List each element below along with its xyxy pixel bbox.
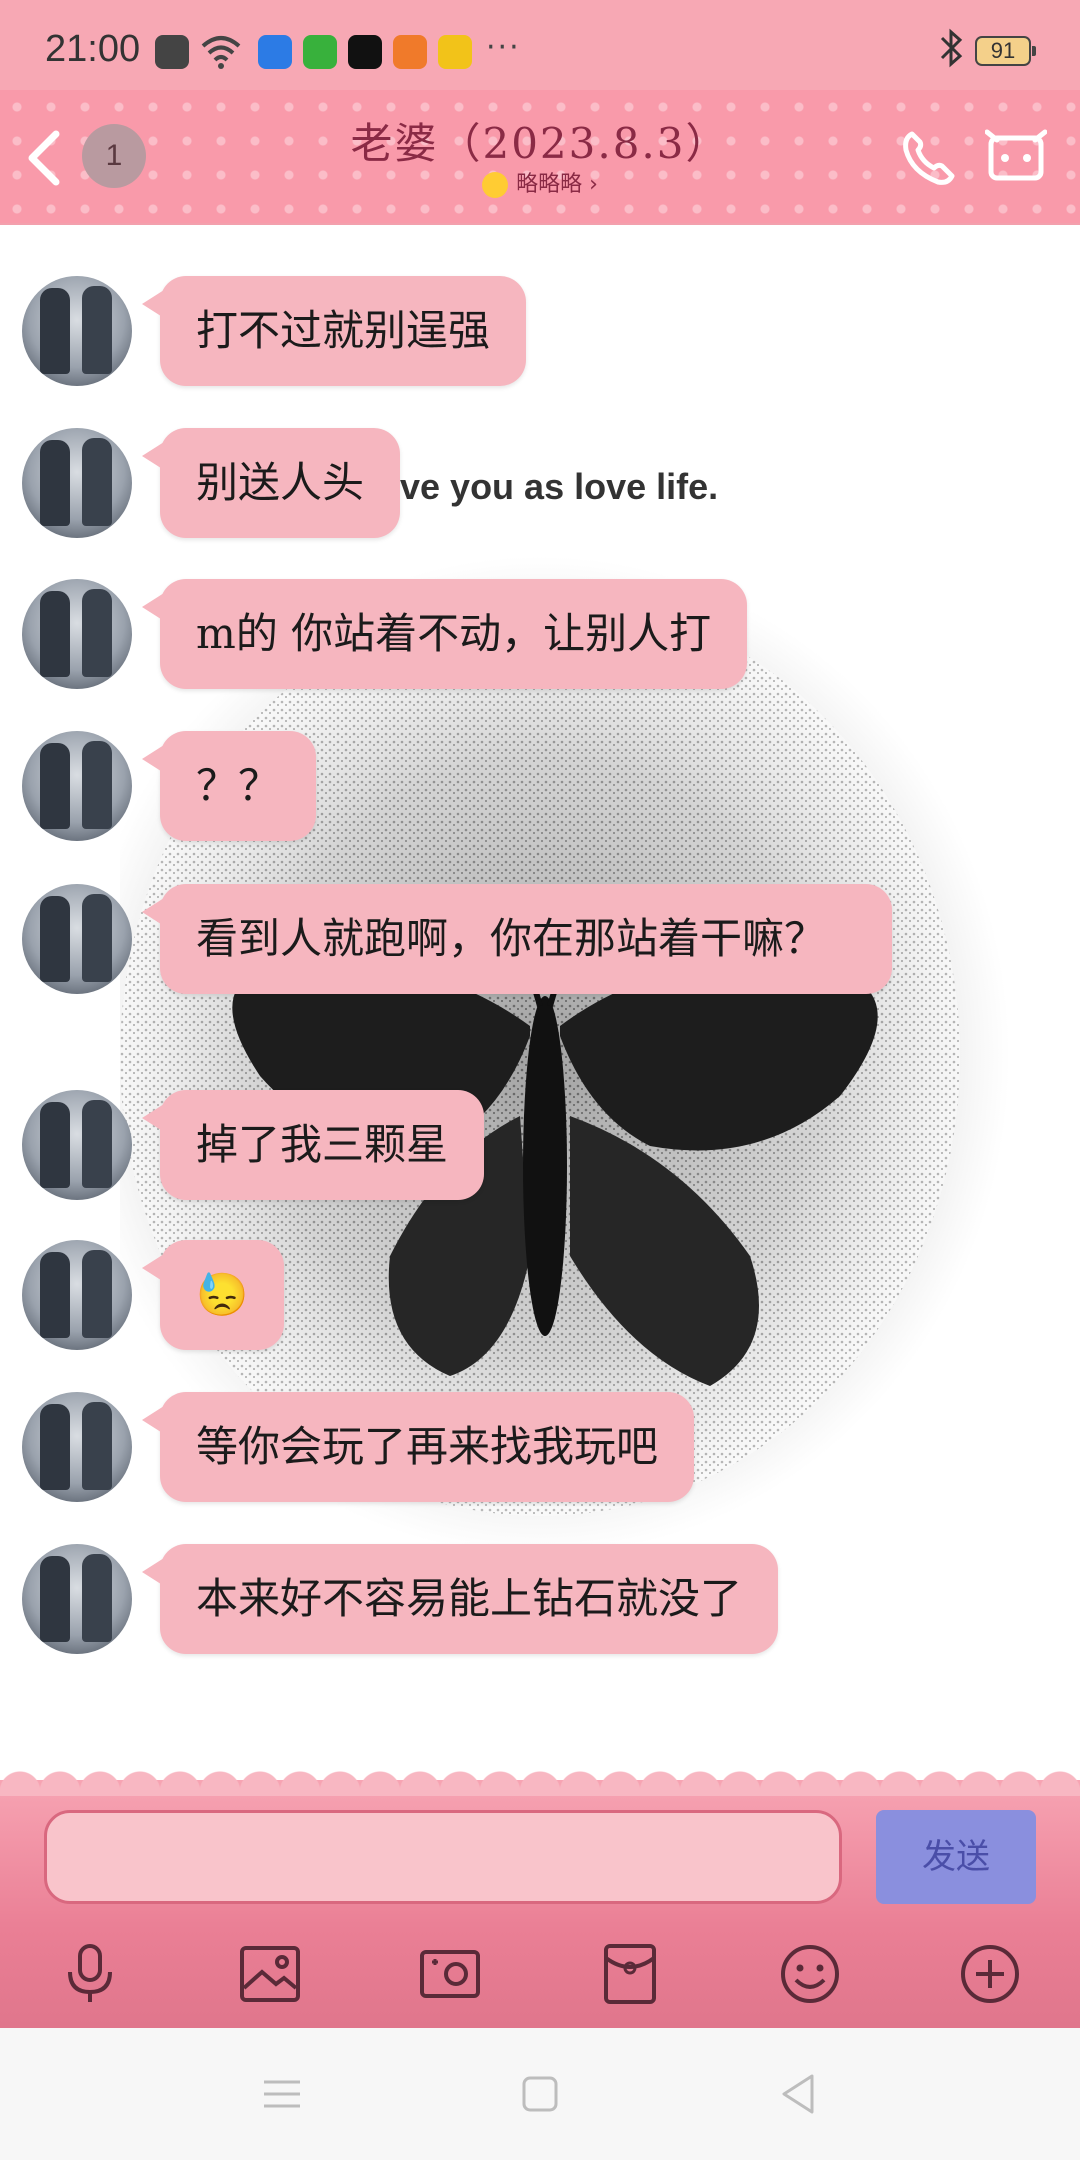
message-bubble[interactable]: 别送人头 xyxy=(141,428,401,538)
send-button[interactable]: 发送 xyxy=(876,1810,1036,1904)
avatar[interactable] xyxy=(22,1392,132,1502)
input-area: 发送 xyxy=(0,1768,1080,2028)
recent-apps-icon[interactable] xyxy=(254,2066,310,2122)
message-bubble[interactable]: ？？ xyxy=(141,731,317,841)
notification-app-icon xyxy=(393,35,427,69)
image-icon[interactable] xyxy=(238,1942,302,2006)
system-navigation-bar xyxy=(0,2028,1080,2160)
home-icon[interactable] xyxy=(512,2066,568,2122)
input-toolbar xyxy=(0,1930,1080,2020)
bluetooth-icon xyxy=(938,28,966,77)
avatar[interactable] xyxy=(22,1090,132,1200)
message-bubble[interactable]: 看到人就跑啊，你在那站着干嘛？ xyxy=(142,884,892,994)
chat-menu-button[interactable] xyxy=(984,128,1048,186)
emoji-icon[interactable] xyxy=(778,1942,842,2006)
avatar[interactable] xyxy=(22,276,132,386)
message-input[interactable] xyxy=(44,1810,842,1904)
message-bubble[interactable]: 等你会玩了再来找我玩吧 xyxy=(141,1392,695,1502)
more-notifications: ··· xyxy=(486,30,521,65)
red-packet-icon[interactable] xyxy=(598,1942,662,2006)
notification-app-icon xyxy=(258,35,292,69)
avatar[interactable] xyxy=(22,884,132,994)
wifi-icon xyxy=(200,32,242,70)
avatar[interactable] xyxy=(22,579,132,689)
surprised-emoji-icon xyxy=(482,172,509,198)
message-bubble[interactable]: 掉了我三颗星 xyxy=(141,1090,485,1200)
chat-message-area[interactable]: ve you as love life. 打不过就别逞强 别送人头 m的 你站着… xyxy=(0,226,1080,1786)
message-bubble[interactable]: 打不过就别逞强 xyxy=(141,276,527,386)
camera-icon[interactable] xyxy=(418,1942,482,2006)
notification-app-icon xyxy=(303,35,337,69)
avatar[interactable] xyxy=(22,1544,132,1654)
avatar[interactable] xyxy=(22,731,132,841)
avatar[interactable] xyxy=(22,1240,132,1350)
decorative-wave xyxy=(0,1768,1080,1796)
battery-indicator: 91 xyxy=(975,36,1036,66)
avatar[interactable] xyxy=(22,428,132,538)
phone-call-button[interactable] xyxy=(900,128,956,188)
chat-header: 1 老婆（2023.8.3） 略略略 › xyxy=(0,90,1080,225)
status-bar: 21:00 ··· 91 xyxy=(0,0,1080,100)
message-bubble[interactable]: 😓 xyxy=(141,1240,285,1350)
chat-background-text: ve you as love life. xyxy=(400,466,719,507)
status-text: 略略略 xyxy=(516,172,583,197)
plus-icon[interactable] xyxy=(958,1942,1022,2006)
chevron-right-icon: › xyxy=(589,172,598,197)
message-bubble[interactable]: 本来好不容易能上钻石就没了 xyxy=(141,1544,779,1654)
back-nav-icon[interactable] xyxy=(770,2066,826,2122)
notification-app-icon xyxy=(155,35,189,69)
status-time: 21:00 xyxy=(45,28,141,70)
microphone-icon[interactable] xyxy=(58,1942,122,2006)
notification-app-icon xyxy=(438,35,472,69)
notification-app-icon xyxy=(348,35,382,69)
message-bubble[interactable]: m的 你站着不动，让别人打 xyxy=(141,579,748,689)
